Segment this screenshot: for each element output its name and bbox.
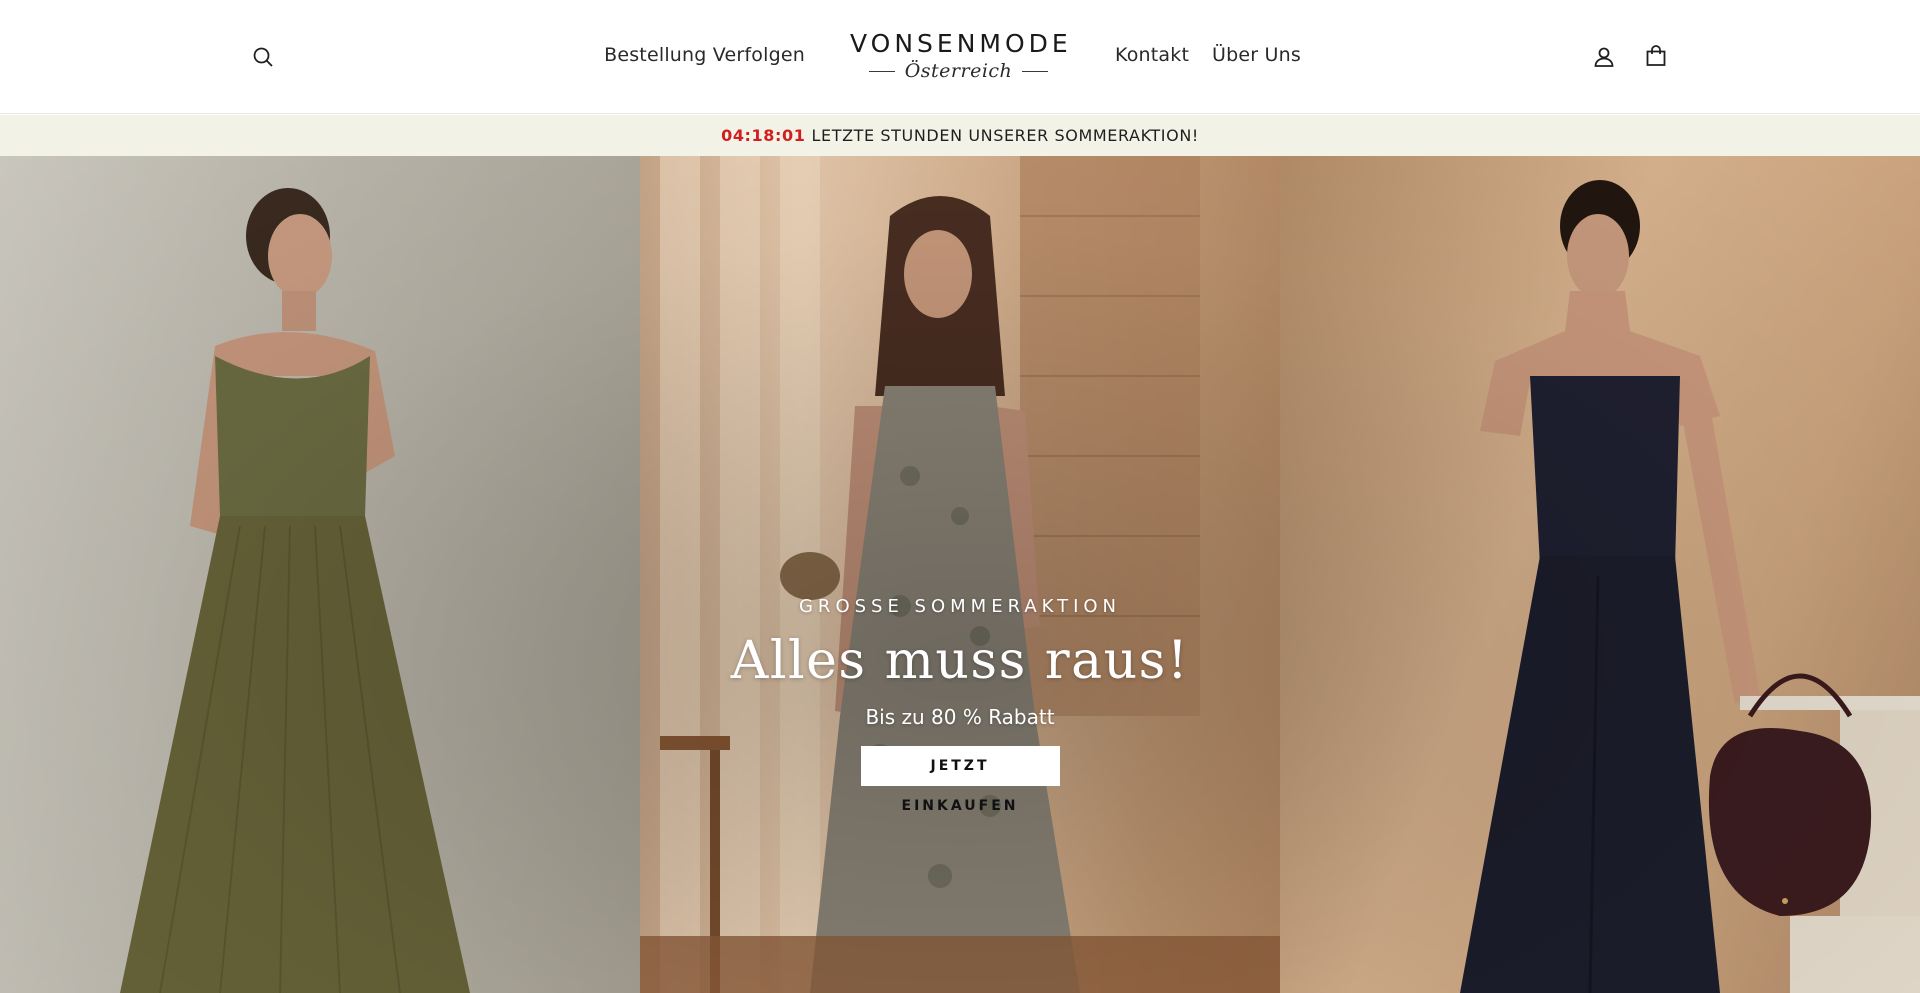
hero-content: GROSSE SOMMERAKTION Alles muss raus! Bis… [660, 596, 1260, 814]
logo-sub: Österreich [904, 60, 1013, 82]
model-floral-dress-illustration [640, 156, 1280, 993]
hero-image-middle [640, 156, 1280, 993]
search-icon[interactable] [247, 41, 279, 73]
announcement-bar: 04:18:01 LETZTE STUNDEN UNSERER SOMMERAK… [0, 115, 1920, 156]
hero-title: Alles muss raus! [730, 631, 1190, 691]
model-olive-dress-illustration [120, 188, 470, 993]
model-navy-jumpsuit-illustration [1460, 180, 1920, 993]
nav-track-order[interactable]: Bestellung Verfolgen [604, 44, 805, 66]
logo-subline: Österreich [850, 60, 1067, 82]
site-header: Bestellung Verfolgen VONSENMODE Österrei… [0, 0, 1920, 114]
nav-contact[interactable]: Kontakt [1115, 44, 1189, 66]
countdown-timer: 04:18:01 [721, 126, 806, 145]
hero-image-left [0, 156, 640, 993]
site-logo[interactable]: VONSENMODE Österreich [850, 29, 1072, 86]
logo-divider-right [1022, 70, 1049, 72]
logo-name: VONSENMODE [850, 29, 1072, 58]
nav-about[interactable]: Über Uns [1212, 44, 1301, 66]
hero-image-right [1280, 156, 1920, 993]
logo-divider-left [868, 70, 895, 72]
hero-eyebrow: GROSSE SOMMERAKTION [798, 596, 1122, 617]
shop-now-button[interactable]: JETZT EINKAUFEN [860, 746, 1060, 814]
hero-subtitle: Bis zu 80 % Rabatt [865, 705, 1055, 729]
shopping-bag-icon[interactable] [1640, 40, 1672, 72]
hero-banner[interactable]: GROSSE SOMMERAKTION Alles muss raus! Bis… [0, 156, 1920, 993]
user-icon[interactable] [1588, 41, 1620, 73]
announcement-text: LETZTE STUNDEN UNSERER SOMMERAKTION! [811, 126, 1199, 145]
